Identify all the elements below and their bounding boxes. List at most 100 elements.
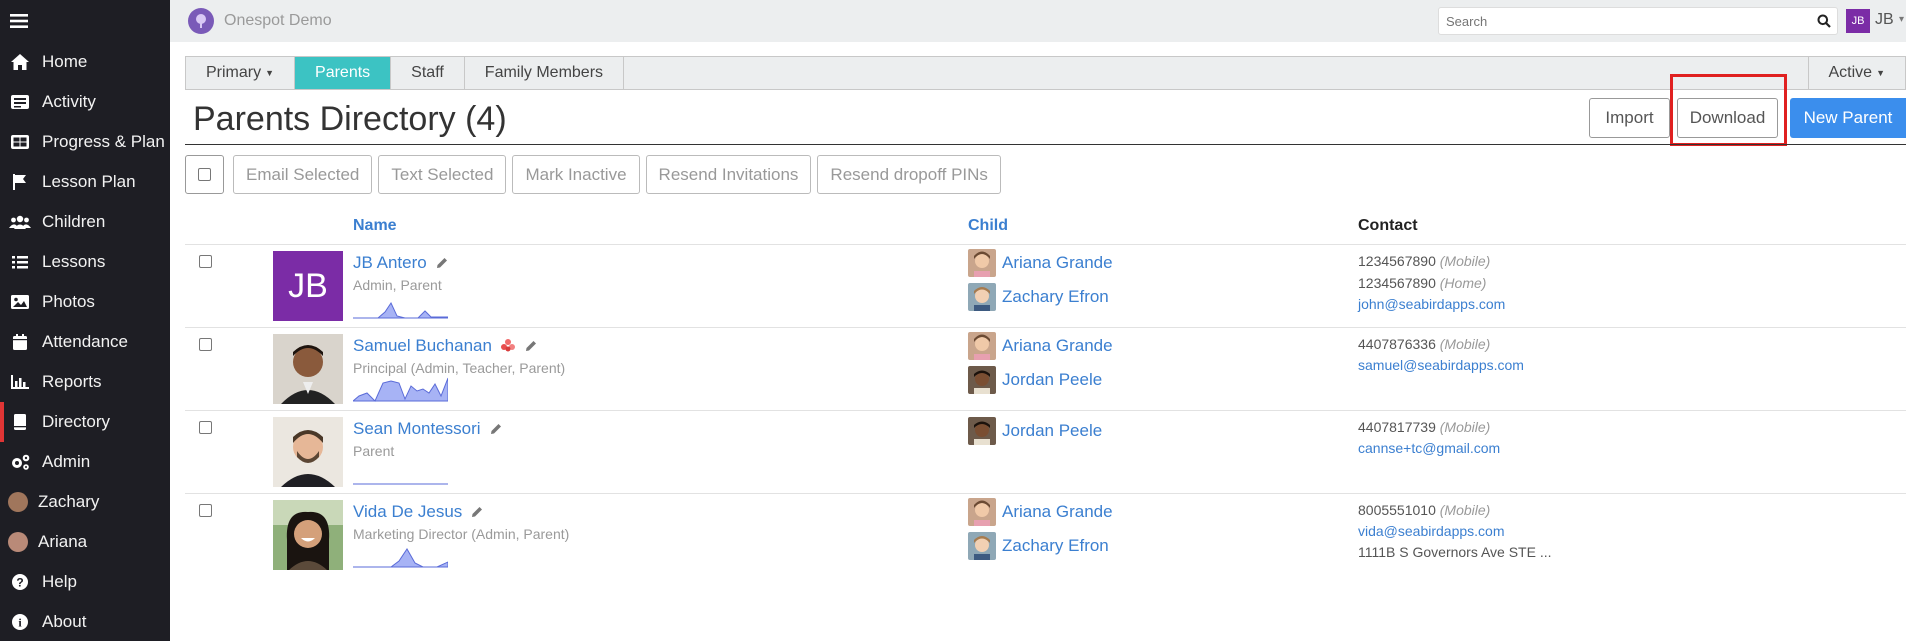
contact-phone: 4407817739 (Mobile) — [1358, 419, 1491, 435]
child-link[interactable]: Jordan Peele — [968, 366, 1102, 394]
sidebar-item-lesson-plan[interactable]: Lesson Plan — [0, 162, 170, 202]
sidebar-item-label: Lesson Plan — [42, 172, 136, 191]
avatar — [8, 532, 28, 552]
sidebar-item-admin[interactable]: Admin — [0, 442, 170, 482]
column-header-name[interactable]: Name — [353, 217, 397, 235]
status-filter-dropdown[interactable]: Active ▼ — [1807, 57, 1906, 89]
mark-inactive-button[interactable]: Mark Inactive — [512, 155, 640, 194]
resend-dropoff-pins-button[interactable]: Resend dropoff PINs — [817, 155, 1001, 194]
search-icon — [1817, 14, 1831, 28]
sidebar-item-label: Help — [42, 572, 77, 591]
caret-down-icon: ▼ — [1876, 68, 1885, 78]
sidebar-item-zachary[interactable]: Zachary — [0, 482, 170, 522]
parent-name-link[interactable]: Vida De Jesus — [353, 502, 484, 522]
search-input[interactable] — [1439, 9, 1811, 33]
sidebar-item-photos[interactable]: Photos — [0, 282, 170, 322]
calendar-icon — [8, 332, 32, 352]
pencil-icon[interactable] — [489, 422, 503, 436]
pencil-icon[interactable] — [470, 505, 484, 519]
question-icon: ? — [8, 572, 32, 592]
parent-role: Marketing Director (Admin, Parent) — [353, 526, 570, 542]
parent-role: Parent — [353, 443, 395, 459]
child-photo — [968, 498, 996, 526]
sidebar-item-label: Reports — [42, 372, 102, 391]
sidebar-item-label: Zachary — [38, 492, 100, 511]
tab-parents[interactable]: Parents — [295, 57, 392, 89]
child-link[interactable]: Zachary Efron — [968, 532, 1109, 560]
cogs-icon — [8, 452, 32, 472]
child-link[interactable]: Ariana Grande — [968, 332, 1113, 360]
sidebar-item-activity[interactable]: Activity — [0, 82, 170, 122]
row-checkbox[interactable] — [199, 504, 212, 517]
resend-invitations-button[interactable]: Resend Invitations — [645, 155, 812, 194]
child-link[interactable]: Zachary Efron — [968, 283, 1109, 311]
chevron-down-icon: ▾ — [1899, 14, 1905, 25]
sidebar-item-lessons[interactable]: Lessons — [0, 242, 170, 282]
directory-tabs: Primary ▼ Parents Staff Family Members Ac… — [185, 56, 1906, 90]
avatar[interactable] — [273, 417, 343, 487]
search-button[interactable] — [1811, 14, 1837, 28]
child-link[interactable]: Jordan Peele — [968, 417, 1102, 445]
tab-family-members[interactable]: Family Members — [465, 57, 625, 89]
pencil-icon[interactable] — [524, 339, 538, 353]
tab-label: Staff — [411, 64, 444, 81]
user-avatar[interactable]: JB — [1846, 9, 1870, 33]
contact-phone: 1234567890 (Mobile) — [1358, 253, 1491, 269]
parent-name-link[interactable]: Samuel Buchanan — [353, 336, 538, 356]
parent-name-link[interactable]: JB Antero — [353, 253, 449, 273]
tab-staff[interactable]: Staff — [391, 57, 465, 89]
app-title: Onespot Demo — [224, 12, 332, 29]
sidebar-item-label: About — [42, 612, 87, 631]
tab-primary-dropdown[interactable]: Primary ▼ — [186, 57, 296, 89]
contact-email-link[interactable]: vida@seabirdapps.com — [1358, 523, 1505, 539]
info-icon: i — [8, 612, 32, 632]
column-header-child[interactable]: Child — [968, 217, 1008, 235]
parent-name-link[interactable]: Sean Montessori — [353, 419, 503, 439]
email-selected-button[interactable]: Email Selected — [233, 155, 373, 194]
sidebar-item-children[interactable]: Children — [0, 202, 170, 242]
sidebar-item-label: Activity — [42, 92, 96, 111]
sidebar-item-attendance[interactable]: Attendance — [0, 322, 170, 362]
sidebar-item-label: Photos — [42, 292, 95, 311]
caret-down-icon: ▼ — [265, 68, 275, 78]
select-all-checkbox[interactable] — [185, 155, 224, 194]
sidebar-item-home[interactable]: Home — [0, 42, 170, 82]
pencil-icon[interactable] — [435, 256, 449, 270]
contact-email-link[interactable]: samuel@seabirdapps.com — [1358, 357, 1524, 373]
sidebar: Home Activity Progress & Plan Lesson Pla… — [0, 0, 170, 641]
contact-address: 1111B S Governors Ave STE ... — [1358, 544, 1552, 560]
child-photo — [968, 417, 996, 445]
contact-email-link[interactable]: cannse+tc@gmail.com — [1358, 440, 1500, 456]
menu-toggle-button[interactable] — [0, 0, 170, 42]
sidebar-item-directory[interactable]: Directory — [0, 402, 170, 442]
sidebar-item-help[interactable]: ? Help — [0, 562, 170, 602]
child-photo — [968, 249, 996, 277]
child-link[interactable]: Ariana Grande — [968, 249, 1113, 277]
activity-sparkline — [353, 548, 448, 568]
sidebar-item-reports[interactable]: Reports — [0, 362, 170, 402]
row-checkbox[interactable] — [199, 421, 212, 434]
child-link[interactable]: Ariana Grande — [968, 498, 1113, 526]
avatar[interactable] — [273, 500, 343, 570]
contact-email-link[interactable]: john@seabirdapps.com — [1358, 296, 1505, 312]
avatar[interactable] — [273, 334, 343, 404]
sidebar-item-label: Home — [42, 52, 88, 71]
title-divider — [185, 144, 1906, 145]
sidebar-item-ariana[interactable]: Ariana — [0, 522, 170, 562]
column-header-contact: Contact — [1358, 217, 1418, 234]
sidebar-item-about[interactable]: i About — [0, 602, 170, 641]
sidebar-item-progress-plan[interactable]: Progress & Plan — [0, 122, 170, 162]
new-parent-button[interactable]: New Parent — [1790, 98, 1906, 138]
row-checkbox[interactable] — [199, 255, 212, 268]
user-menu[interactable]: JB — [1875, 11, 1894, 29]
checkbox[interactable] — [198, 168, 211, 181]
avatar — [8, 492, 28, 512]
text-selected-button[interactable]: Text Selected — [378, 155, 507, 194]
import-button[interactable]: Import — [1589, 98, 1670, 138]
avatar[interactable]: JB — [273, 251, 343, 321]
activity-sparkline — [353, 301, 448, 319]
sidebar-item-label: Directory — [42, 412, 111, 431]
row-checkbox[interactable] — [199, 338, 212, 351]
search-box — [1438, 7, 1838, 35]
table-row: Vida De Jesus Marketing Director (Admin,… — [185, 494, 1906, 577]
